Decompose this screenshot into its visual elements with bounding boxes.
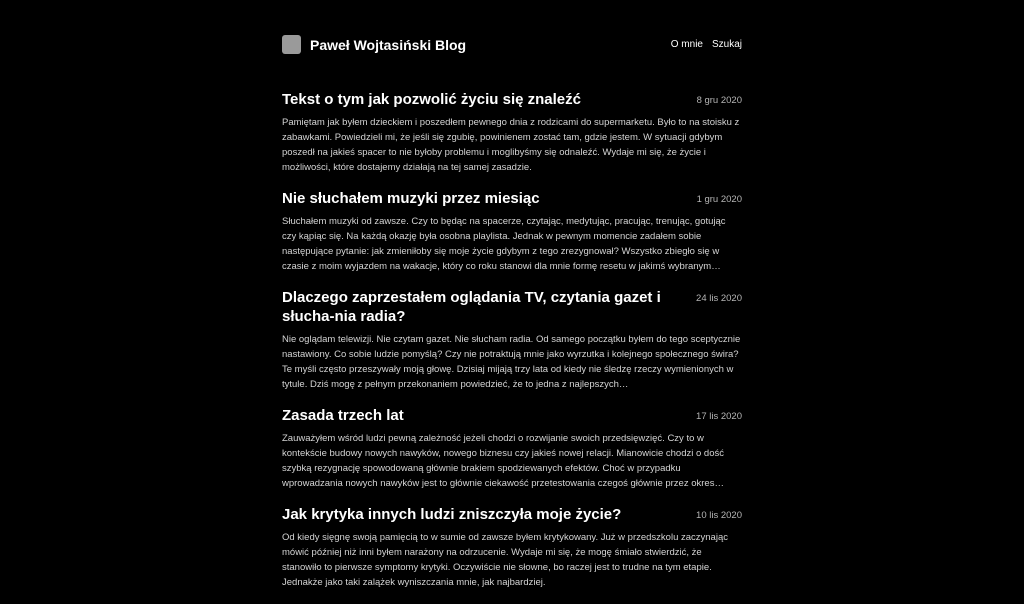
nav-item-search[interactable]: Szukaj (712, 38, 742, 52)
post-item: Jak krytyka innych ludzi zniszczyła moje… (282, 505, 742, 590)
post-item: Tekst o tym jak pozwolić życiu się znale… (282, 90, 742, 175)
post-excerpt: Zauważyłem wśród ludzi pewną zależność j… (282, 433, 724, 489)
post-title[interactable]: Dlaczego zaprzestałem oglądania TV, czyt… (282, 288, 687, 326)
post-list: Tekst o tym jak pozwolić życiu się znale… (282, 90, 742, 590)
post-date: 10 lis 2020 (696, 510, 742, 521)
post-excerpt: Słuchałem muzyki od zawsze. Czy to będąc… (282, 216, 726, 272)
post-date: 8 gru 2020 (696, 95, 742, 106)
post-date: 17 lis 2020 (696, 411, 742, 422)
post-item: Dlaczego zaprzestałem oglądania TV, czyt… (282, 288, 742, 392)
post-excerpt: Nie oglądam telewizji. Nie czytam gazet.… (282, 334, 741, 390)
site-header: Paweł Wojtasiński Blog O mnie Szukaj (282, 0, 742, 90)
post-title[interactable]: Nie słuchałem muzyki przez miesiąc (282, 189, 540, 208)
nav-item-about[interactable]: O mnie (671, 38, 703, 52)
post-title[interactable]: Tekst o tym jak pozwolić życiu się znale… (282, 90, 581, 109)
post-item: Zasada trzech lat 17 lis 2020 Zauważyłem… (282, 406, 742, 491)
post-excerpt: Od kiedy sięgnę swoją pamięcią to w sumi… (282, 532, 728, 588)
post-date: 1 gru 2020 (696, 194, 742, 205)
site-logo[interactable] (282, 35, 301, 54)
post-excerpt: Pamiętam jak byłem dzieckiem i poszedłem… (282, 117, 740, 173)
post-date: 24 lis 2020 (696, 293, 742, 304)
page-container: Paweł Wojtasiński Blog O mnie Szukaj Tek… (282, 0, 742, 604)
main-nav: O mnie Szukaj (671, 38, 742, 52)
site-title[interactable]: Paweł Wojtasiński Blog (310, 36, 466, 54)
post-title[interactable]: Zasada trzech lat (282, 406, 404, 425)
post-title[interactable]: Jak krytyka innych ludzi zniszczyła moje… (282, 505, 621, 524)
post-item: Nie słuchałem muzyki przez miesiąc 1 gru… (282, 189, 742, 274)
